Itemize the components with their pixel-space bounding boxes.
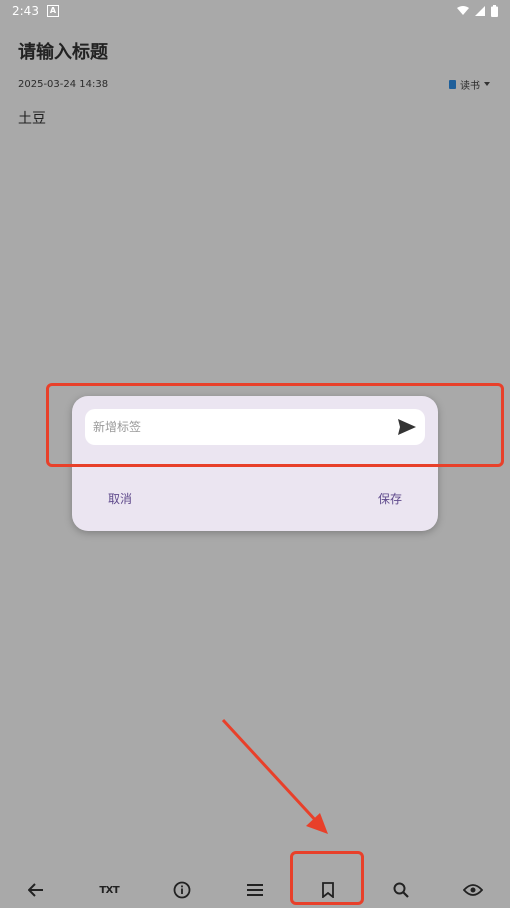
info-icon bbox=[173, 881, 191, 899]
category-label: 读书 bbox=[460, 80, 480, 92]
status-time: 2:43 bbox=[12, 4, 39, 18]
cancel-button[interactable]: 取消 bbox=[108, 490, 132, 507]
annotation-highlight-input bbox=[46, 383, 504, 467]
bookmark-icon bbox=[321, 882, 334, 898]
preview-button[interactable] bbox=[455, 875, 491, 905]
txt-export-button[interactable]: TXT bbox=[91, 875, 127, 905]
status-left: 2:43 A bbox=[0, 4, 59, 18]
info-button[interactable] bbox=[164, 875, 200, 905]
wifi-icon bbox=[457, 6, 469, 15]
menu-button[interactable] bbox=[237, 875, 273, 905]
status-bar: 2:43 A bbox=[0, 0, 510, 22]
search-button[interactable] bbox=[383, 875, 419, 905]
chevron-down-icon bbox=[484, 82, 490, 86]
battery-icon bbox=[491, 5, 498, 17]
book-icon bbox=[449, 79, 456, 89]
txt-icon: TXT bbox=[99, 884, 120, 896]
note-meta-row: 2025-03-24 14:38 读书 bbox=[18, 76, 490, 92]
menu-icon bbox=[246, 884, 263, 896]
a-box-icon: A bbox=[46, 5, 59, 17]
back-button[interactable] bbox=[18, 875, 54, 905]
category-dropdown[interactable]: 读书 bbox=[449, 77, 490, 92]
bottom-toolbar: TXT bbox=[0, 872, 510, 908]
status-right bbox=[457, 5, 510, 17]
eye-icon bbox=[463, 884, 484, 896]
signal-icon bbox=[475, 6, 485, 16]
save-button[interactable]: 保存 bbox=[378, 490, 402, 507]
note-datetime: 2025-03-24 14:38 bbox=[18, 78, 109, 90]
search-icon bbox=[393, 882, 409, 898]
note-title[interactable]: 请输入标题 bbox=[18, 38, 108, 64]
note-content[interactable]: 土豆 bbox=[18, 108, 46, 128]
back-arrow-icon bbox=[28, 883, 44, 897]
bookmark-button[interactable] bbox=[310, 875, 346, 905]
